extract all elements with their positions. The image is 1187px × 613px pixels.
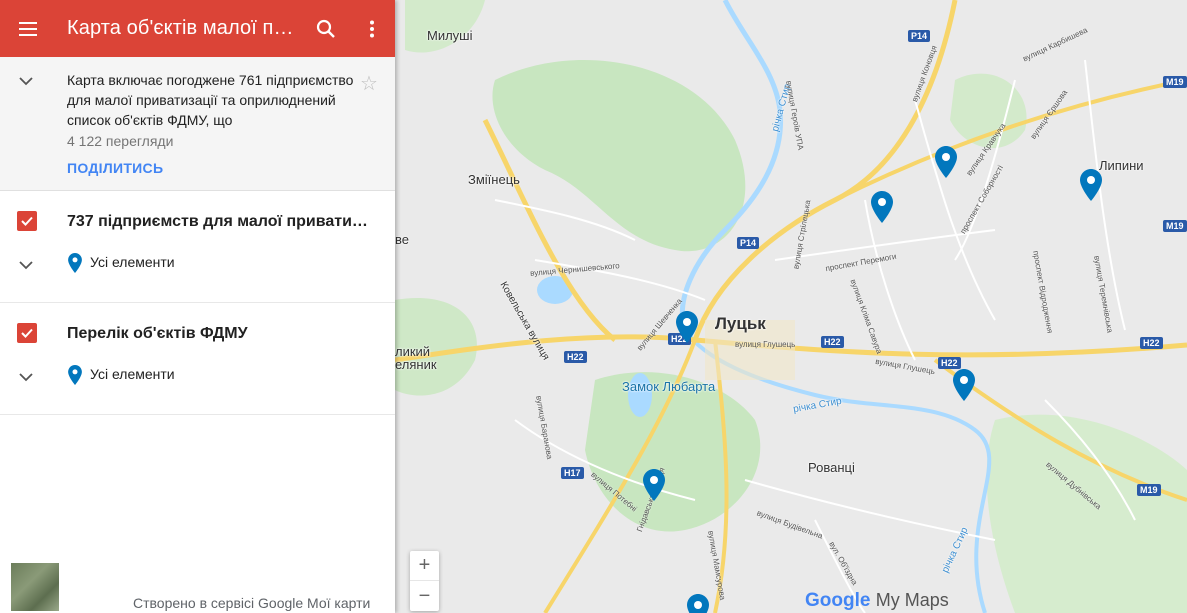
pin-icon xyxy=(68,253,82,273)
menu-button[interactable] xyxy=(0,0,56,57)
route-shield: P14 xyxy=(908,30,931,42)
zoom-in-button[interactable]: + xyxy=(410,551,439,581)
route-shield: H22 xyxy=(564,351,587,363)
zoom-out-button[interactable]: − xyxy=(410,581,439,611)
checkmark-icon xyxy=(21,328,33,338)
route-shield: H17 xyxy=(561,467,584,479)
route-shield: M19 xyxy=(1137,484,1161,496)
more-options-button[interactable] xyxy=(349,0,395,57)
layer-2-all-items[interactable]: Усі елементи xyxy=(90,366,175,382)
search-button[interactable] xyxy=(303,0,349,57)
checkmark-icon xyxy=(21,216,33,226)
layer-1-name[interactable]: 737 підприємств для малої приватизації xyxy=(67,213,372,231)
layer-2: Перелік об'єктів ФДМУ Усі елементи xyxy=(0,303,395,415)
base-map-thumbnail[interactable] xyxy=(11,563,59,611)
more-vert-icon xyxy=(370,20,374,37)
chevron-down-icon[interactable] xyxy=(18,257,34,273)
route-shield: P14 xyxy=(737,237,760,249)
layer-1-all-items[interactable]: Усі елементи xyxy=(90,254,175,270)
view-count: 4 122 перегляди xyxy=(67,133,174,149)
map-description: Карта включає погоджене 761 підприємство… xyxy=(67,72,354,128)
search-icon xyxy=(316,19,335,38)
layer-2-checkbox[interactable] xyxy=(17,323,37,343)
chevron-down-icon[interactable] xyxy=(18,369,34,385)
label-zminets: Зміїнець xyxy=(468,172,520,187)
google-logo-text: Google xyxy=(805,590,871,611)
route-shield: H22 xyxy=(938,357,961,369)
layer-2-name[interactable]: Перелік об'єктів ФДМУ xyxy=(67,325,372,343)
route-shield: H22 xyxy=(1140,337,1163,349)
share-button[interactable]: ПОДІЛИТИСЬ xyxy=(67,160,163,176)
street-label: вулиця Глушець xyxy=(735,340,796,349)
map-marker[interactable] xyxy=(871,191,893,223)
label-milushi: Милуші xyxy=(427,28,473,43)
map-marker[interactable] xyxy=(643,469,665,501)
map-marker[interactable] xyxy=(687,594,709,613)
label-castle: Замок Любарта xyxy=(622,379,716,394)
map-canvas[interactable]: Милуші Зміїнець Липини Рованці Луцьк Зам… xyxy=(395,0,1187,613)
label-lypyny: Липини xyxy=(1099,158,1144,173)
chevron-down-icon[interactable] xyxy=(18,73,34,89)
route-shield: H22 xyxy=(821,336,844,348)
zoom-control: + − xyxy=(410,551,439,611)
map-marker[interactable] xyxy=(676,311,698,343)
layer-1: 737 підприємств для малої приватизації У… xyxy=(0,191,395,303)
label-lutsk: Луцьк xyxy=(715,314,766,333)
star-icon[interactable]: ☆ xyxy=(360,71,378,96)
google-mymaps-logo: Google My Maps xyxy=(805,590,949,612)
layer-1-checkbox[interactable] xyxy=(17,211,37,231)
map-description-section: Карта включає погоджене 761 підприємство… xyxy=(0,57,395,191)
label-rovantsi: Рованці xyxy=(808,460,855,475)
mymaps-logo-text: My Maps xyxy=(875,590,949,610)
label-elyanyk: еляник xyxy=(395,357,437,372)
side-panel: Карта об'єктів малої приватизації та ФДМ… xyxy=(0,0,395,613)
label-ve: ве xyxy=(395,232,409,247)
pin-icon xyxy=(68,365,82,385)
route-shield: M19 xyxy=(1163,76,1187,88)
map-marker[interactable] xyxy=(935,146,957,178)
map-marker[interactable] xyxy=(953,369,975,401)
panel-header: Карта об'єктів малої приватизації та ФДМ… xyxy=(0,0,395,57)
menu-icon xyxy=(19,27,37,30)
map-title[interactable]: Карта об'єктів малої приватизації та ФДМ… xyxy=(56,17,303,40)
route-shield: M19 xyxy=(1163,220,1187,232)
created-with-credit[interactable]: Створено в сервісі Google Мої карти xyxy=(133,595,370,611)
map-marker[interactable] xyxy=(1080,169,1102,201)
